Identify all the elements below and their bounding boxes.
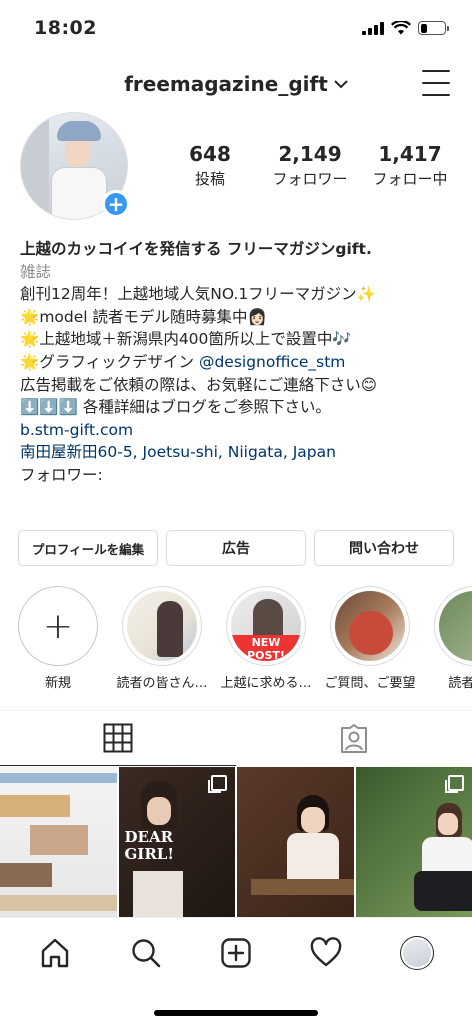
new-post-badge: NEW POST!	[231, 635, 301, 661]
tagged-person-icon	[341, 723, 367, 753]
bio-line: 🌟グラフィックデザイン @designoffice_stm	[20, 352, 346, 371]
profile-header: freemagazine_gift	[0, 60, 472, 108]
following-count: 1,417	[378, 142, 442, 166]
bio-line: 広告掲載をご依頼の際は、お気軽にご連絡下さい😊	[20, 375, 377, 394]
edit-profile-button[interactable]: プロフィールを編集	[18, 530, 158, 566]
mutual-followers[interactable]: フォロワー:	[20, 464, 460, 487]
plus-icon: +	[18, 586, 98, 666]
highlight-cover	[127, 591, 197, 661]
highlight-label: 読者アン	[448, 676, 472, 691]
heart-icon	[311, 936, 342, 966]
profile-name: 上越のカッコイイを発信する フリーマガジンgift.	[20, 240, 372, 258]
profile-actions: プロフィールを編集 広告 問い合わせ	[18, 530, 454, 566]
highlight-cover	[439, 591, 472, 661]
hamburger-icon[interactable]	[422, 70, 450, 96]
followers-count: 2,149	[278, 142, 342, 166]
promote-button[interactable]: 広告	[166, 530, 306, 566]
status-icons	[362, 21, 449, 35]
home-indicator	[154, 1010, 318, 1016]
nav-search[interactable]	[124, 931, 168, 975]
highlight-item[interactable]: ご質問、ご要望	[324, 586, 416, 696]
grid-icon	[103, 723, 133, 753]
story-highlights: + 新規 読者の皆さん… NEW POST! 上越に求める… ご質問、ご要望 読…	[18, 586, 472, 696]
stat-followers[interactable]: 2,149 フォロワー	[260, 142, 360, 189]
status-time: 18:02	[34, 17, 97, 39]
stat-following[interactable]: 1,417 フォロー中	[360, 142, 460, 189]
profile-bio: 上越のカッコイイを発信する フリーマガジンgift. 雑誌 創刊12周年！上越地…	[20, 238, 460, 487]
poster-text: DEAR GIRL!	[124, 828, 174, 863]
star-icon: 🌟	[20, 307, 40, 326]
star-icon: 🌟	[20, 330, 40, 349]
highlight-label: 新規	[44, 676, 71, 691]
post-thumbnail[interactable]	[0, 767, 117, 917]
followers-label: フォロワー	[272, 170, 348, 188]
chevron-down-icon	[334, 80, 348, 89]
profile-summary: + 648 投稿 2,149 フォロワー 1,417 フォロー中	[20, 112, 460, 224]
status-bar: 18:02	[0, 0, 472, 56]
post-thumbnail[interactable]	[237, 767, 354, 917]
nav-home[interactable]	[33, 931, 77, 975]
highlight-new[interactable]: + 新規	[18, 586, 98, 696]
multiple-posts-icon	[208, 775, 227, 793]
profile-avatar-icon	[399, 935, 434, 970]
star-icon: 🌟	[20, 352, 40, 371]
post-grid: DEAR GIRL!	[0, 767, 472, 917]
post-thumbnail[interactable]	[355, 767, 472, 917]
tab-tagged[interactable]	[236, 711, 472, 766]
bottom-nav	[0, 917, 472, 987]
profile-stats: 648 投稿 2,149 フォロワー 1,417 フォロー中	[160, 142, 460, 189]
contact-button[interactable]: 問い合わせ	[314, 530, 454, 566]
bio-line: 🌟上越地域＋新潟県内400箇所以上で設置中🎶	[20, 330, 352, 349]
address-link[interactable]: 南田屋新田60-5, Joetsu-shi, Niigata, Japan	[20, 441, 460, 464]
add-story-icon[interactable]: +	[102, 190, 130, 218]
profile-tabs	[0, 710, 472, 766]
post-thumbnail[interactable]: DEAR GIRL!	[118, 767, 235, 917]
bio-line: 🌟model 読者モデル随時募集中👩🏻	[20, 307, 267, 326]
highlight-cover: NEW POST!	[231, 591, 301, 661]
bio-line: ⬇️⬇️⬇️ 各種詳細はブログをご参照下さい。	[20, 398, 331, 417]
home-icon	[41, 938, 69, 967]
nav-profile[interactable]	[395, 931, 439, 975]
add-post-icon	[221, 937, 251, 968]
nav-activity[interactable]	[304, 931, 348, 975]
nav-create[interactable]	[214, 931, 258, 975]
highlight-item[interactable]: 読者の皆さん…	[116, 586, 208, 696]
username: freemagazine_gift	[124, 72, 328, 96]
bio-mention-link[interactable]: @designoffice_stm	[199, 353, 345, 371]
tab-grid[interactable]	[0, 711, 236, 766]
profile-category: 雑誌	[20, 262, 52, 281]
highlight-cover	[335, 591, 405, 661]
following-label: フォロー中	[372, 170, 448, 188]
battery-icon	[418, 21, 449, 35]
highlight-label: 上越に求める…	[220, 676, 312, 691]
posts-label: 投稿	[194, 170, 225, 188]
highlight-item[interactable]: NEW POST! 上越に求める…	[220, 586, 312, 696]
highlight-item[interactable]: 読者アン	[434, 586, 472, 696]
website-link[interactable]: b.stm-gift.com	[20, 419, 460, 442]
bio-line: 創刊12周年！上越地域人気NO.1フリーマガジン✨	[20, 285, 376, 304]
account-switcher[interactable]: freemagazine_gift	[124, 72, 348, 96]
signal-icon	[362, 21, 384, 35]
highlight-label: ご質問、ご要望	[324, 676, 416, 691]
posts-count: 648	[189, 142, 231, 166]
highlight-label: 読者の皆さん…	[116, 676, 208, 691]
wifi-icon	[391, 21, 411, 35]
multiple-posts-icon	[445, 775, 464, 793]
stat-posts[interactable]: 648 投稿	[160, 142, 260, 189]
search-icon	[131, 938, 160, 967]
profile-avatar[interactable]: +	[20, 112, 130, 220]
